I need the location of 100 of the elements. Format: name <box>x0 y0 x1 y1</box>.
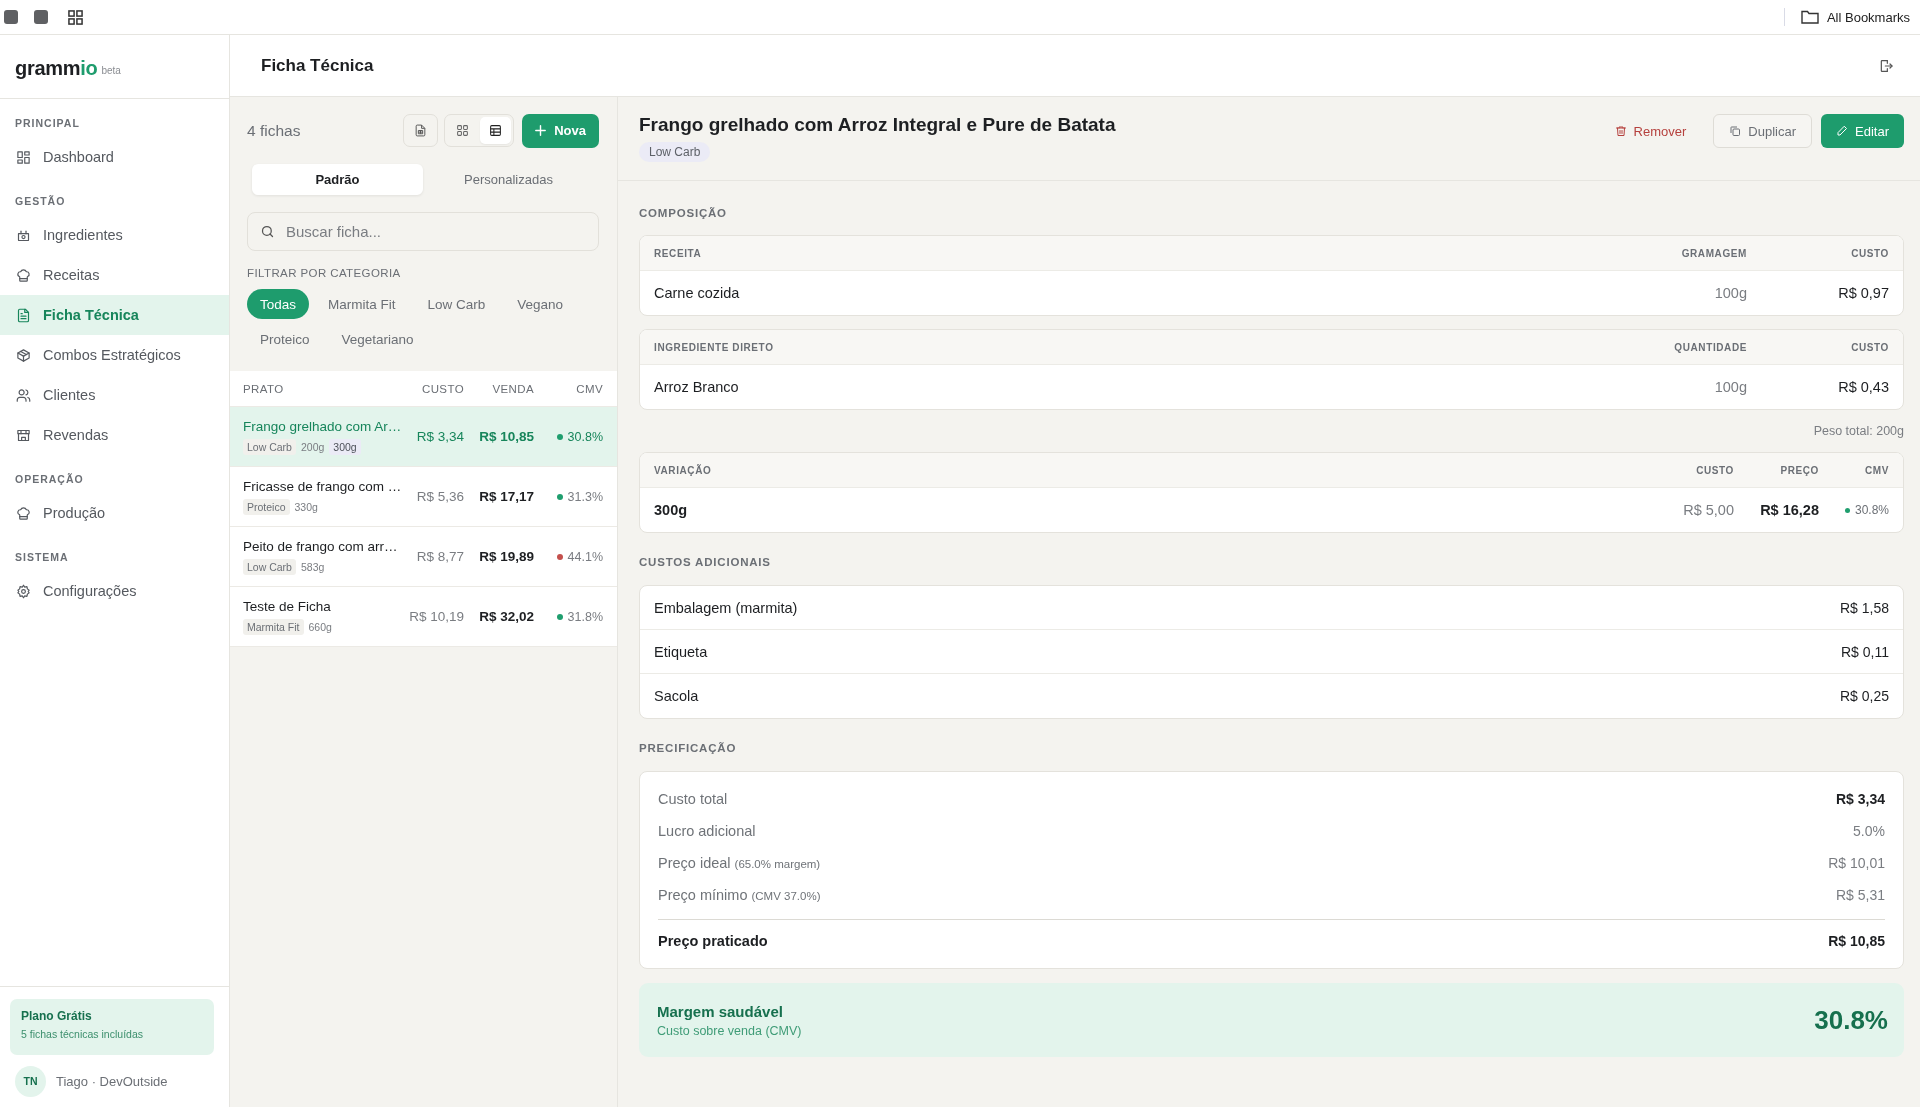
cost-name: Etiqueta <box>654 643 708 660</box>
cost-value: R$ 0,25 <box>1839 688 1889 704</box>
column-header: PRATO <box>243 382 285 395</box>
remove-button[interactable]: Remover <box>1608 114 1693 148</box>
sidebar-item[interactable]: Ingredientes <box>0 215 229 255</box>
folder-icon <box>1800 10 1819 24</box>
logo-wordmark: grammio <box>15 57 98 80</box>
table-cell-text: 100g <box>1713 379 1747 395</box>
search-field[interactable]: Buscar ficha... <box>247 212 599 251</box>
weight-text: 660g <box>308 620 332 633</box>
pricing-label: Preço praticado <box>658 933 768 949</box>
column-header: INGREDIENTE DIRETO <box>654 341 775 353</box>
pricing-label: Lucro adicional <box>658 823 756 839</box>
nav-section-label: PRINCIPAL <box>14 116 81 131</box>
recipe-row[interactable]: Peito de frango com arr… Low Carb 583g R$ 8,77 R$ 19,89 44.1% <box>230 527 617 587</box>
price-cell-text: R$ 17,17 <box>478 489 534 504</box>
tab[interactable]: Padrão <box>252 164 423 195</box>
document-icon <box>16 307 31 323</box>
cube-icon <box>16 347 31 363</box>
cost-cell-text: R$ 5,00 <box>1682 502 1734 518</box>
price-cell-text: R$ 32,02 <box>478 609 534 624</box>
sidebar-item[interactable]: Ficha Técnica <box>0 295 229 335</box>
table-icon <box>489 124 503 137</box>
page-title: Ficha Técnica <box>261 55 374 76</box>
cost-cell-text: R$ 10,19 <box>408 609 464 624</box>
price-cell-text: R$ 19,89 <box>478 549 534 564</box>
column-header: CUSTO <box>420 382 464 395</box>
section-label: COMPOSIÇÃO <box>639 206 728 220</box>
bookmarks-button[interactable]: All Bookmarks <box>1800 9 1910 25</box>
recipe-row[interactable]: Frango grelhado com Ar… Low Carb 200g 300g R$ 3,34 R$ 10,85 30.8% <box>230 407 617 467</box>
column-header: CUSTO <box>1850 341 1889 353</box>
weight-text: 583g <box>300 560 325 573</box>
weight-text: 330g <box>294 500 318 513</box>
variation-tag: 300g <box>329 438 361 455</box>
category-tag: Low Carb <box>639 142 711 162</box>
nav-section-label: OPERAÇÃO <box>14 472 85 487</box>
copy-icon <box>1729 125 1742 137</box>
users-icon <box>16 387 31 403</box>
pricing-value: R$ 5,31 <box>1835 887 1885 903</box>
pricing-note: (CMV 37.0%) <box>751 890 821 902</box>
file-button[interactable] <box>403 114 439 147</box>
sidebar-item[interactable]: Produção <box>0 493 229 533</box>
pricing-value: R$ 3,34 <box>1835 791 1885 807</box>
beta-label: beta <box>101 64 121 76</box>
cost-value: R$ 0,11 <box>1841 643 1889 660</box>
section-label: PRECIFICAÇÃO <box>639 741 738 755</box>
cmv-cell: 30.8% <box>1854 503 1889 517</box>
plus-icon <box>535 125 547 136</box>
sidebar-item[interactable]: Configurações <box>0 571 229 611</box>
duplicate-button[interactable]: Duplicar <box>1713 114 1813 148</box>
category-chip[interactable]: Vegetariano <box>328 324 427 354</box>
grid-icon[interactable] <box>68 9 83 25</box>
cmv-cell: 31.3% <box>567 489 603 504</box>
recipe-name: Frango grelhado com Ar… <box>243 418 402 434</box>
filter-label: FILTRAR POR CATEGORIA <box>247 267 402 280</box>
dashboard-icon <box>16 149 31 165</box>
view-toggle[interactable] <box>480 117 512 144</box>
category-chip[interactable]: Low Carb <box>414 289 499 319</box>
table-cell-text: 100g <box>1713 285 1747 301</box>
square-icon[interactable] <box>34 10 48 24</box>
column-header: RECEITA <box>654 247 703 259</box>
sidebar-item[interactable]: Revendas <box>0 415 229 455</box>
cmv-cell: 30.8% <box>567 429 603 444</box>
cmv-cell: 44.1% <box>567 549 603 564</box>
logout-icon[interactable] <box>1878 57 1894 74</box>
table-cell-text: Carne cozida <box>654 285 741 301</box>
category-chip[interactable]: Vegano <box>504 289 577 319</box>
column-header: QUANTIDADE <box>1673 341 1747 353</box>
sidebar-item[interactable]: Receitas <box>0 255 229 295</box>
user-avatar[interactable]: TN <box>15 1065 46 1097</box>
chef-hat-icon <box>16 267 31 283</box>
category-chip[interactable]: Marmita Fit <box>315 289 409 319</box>
column-header: VENDA <box>491 382 534 395</box>
recipe-row[interactable]: Fricasse de frango com … Proteico 330g R$ 5,36 R$ 17,17 31.3% <box>230 467 617 527</box>
square-icon[interactable] <box>4 10 18 24</box>
recipe-name: Fricasse de frango com … <box>243 478 402 494</box>
tab[interactable]: Personalizadas <box>423 164 594 195</box>
column-header: PREÇO <box>1779 464 1819 476</box>
category-tag: Proteico <box>243 498 290 515</box>
variation-name: 300g <box>654 502 689 518</box>
pricing-label: Custo total <box>658 791 728 807</box>
settings-icon <box>16 583 31 599</box>
category-chip[interactable]: Proteico <box>247 324 323 354</box>
weight-text: 200g <box>300 440 325 453</box>
margin-title: Margem saudável <box>657 1002 784 1020</box>
pricing-note: (65.0% margem) <box>734 858 821 870</box>
cost-name: Sacola <box>654 688 699 704</box>
plan-title: Plano Grátis <box>21 1009 93 1023</box>
pricing-value: R$ 10,85 <box>1828 933 1885 949</box>
pricing-label: Preço ideal <box>658 855 731 871</box>
category-tag: Low Carb <box>243 558 296 575</box>
recipe-row[interactable]: Teste de Ficha Marmita Fit 660g R$ 10,19 R$ 32,02 31.8% <box>230 587 617 647</box>
sidebar-item[interactable]: Combos Estratégicos <box>0 335 229 375</box>
table-cell-text: R$ 0,43 <box>1837 379 1889 395</box>
table-cell-text: Arroz Branco <box>654 379 740 395</box>
recipe-name: Teste de Ficha <box>243 598 331 614</box>
search-icon <box>260 224 275 239</box>
column-header: VARIAÇÃO <box>654 464 713 476</box>
sidebar-item[interactable]: Dashboard <box>0 137 229 177</box>
sidebar-item[interactable]: Clientes <box>0 375 229 415</box>
